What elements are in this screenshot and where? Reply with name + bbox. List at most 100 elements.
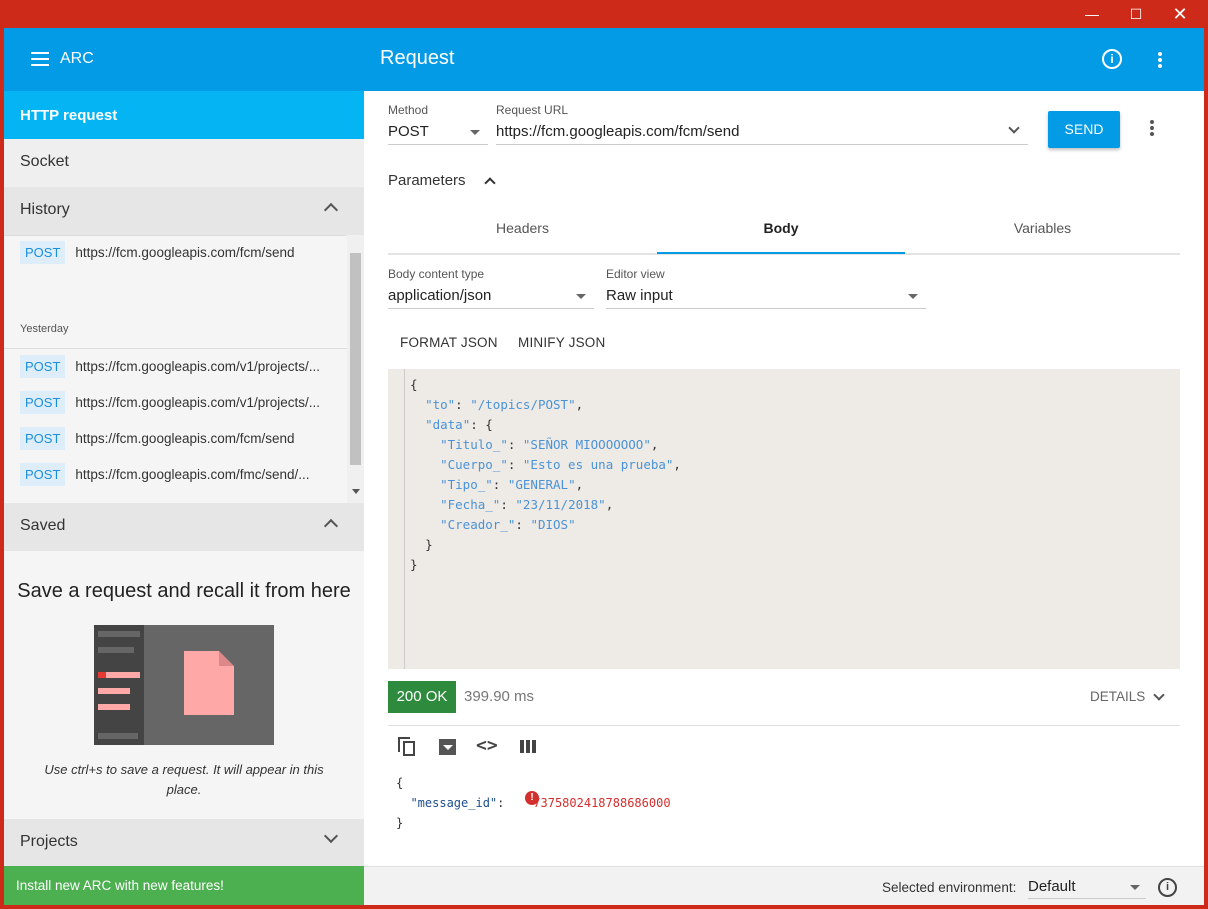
app-window: — ☐ ✕ ARC HTTP request Socket History PO… [0, 0, 1208, 909]
environment-underline [1028, 898, 1146, 899]
sidebar: ARC HTTP request Socket History POST htt… [4, 28, 364, 905]
dropdown-arrow-icon[interactable] [470, 130, 480, 135]
sidebar-item-http-request[interactable]: HTTP request [4, 91, 364, 139]
environment-select[interactable]: Default [1028, 878, 1076, 895]
chevron-down-icon[interactable] [1008, 122, 1020, 134]
tab-headers[interactable]: Headers [388, 220, 657, 256]
body-code[interactable]: { "to": "/topics/POST", "data": { "Titul… [410, 375, 681, 575]
saved-illustration [94, 625, 274, 745]
history-scrollbar[interactable] [347, 235, 364, 503]
app-title: ARC [60, 50, 94, 67]
chevron-down-icon[interactable] [1153, 689, 1165, 701]
method-badge: POST [20, 426, 66, 450]
parameters-toggle[interactable]: Parameters [388, 172, 466, 189]
url-input[interactable]: https://fcm.googleapis.com/fcm/send [496, 123, 739, 140]
saved-empty-title: Save a request and recall it from here [17, 580, 351, 602]
history-url: https://fcm.googleapis.com/fcm/send [75, 244, 295, 260]
history-group-label: Yesterday [20, 323, 69, 335]
footer-bar: Selected environment: Default i [364, 866, 1204, 905]
more-vert-icon[interactable] [1158, 52, 1162, 70]
history-url: https://fcm.googleapis.com/v1/projects/.… [75, 358, 321, 374]
main-panel: Request i Method POST Request URL https:… [364, 28, 1204, 905]
document-icon [184, 651, 234, 715]
method-underline [388, 144, 488, 145]
chevron-down-icon[interactable] [323, 828, 339, 844]
sidebar-item-socket[interactable]: Socket [4, 139, 364, 187]
dropdown-arrow-icon[interactable] [576, 294, 586, 299]
install-banner[interactable]: Install new ARC with new features! [4, 866, 364, 905]
tab-active-indicator [657, 252, 905, 254]
sidebar-item-label: Socket [20, 153, 69, 170]
chevron-up-icon[interactable] [484, 177, 496, 189]
warning-icon: ! [525, 791, 539, 805]
app-content: ARC HTTP request Socket History POST htt… [4, 28, 1204, 905]
body-type-label: Body content type [388, 267, 485, 281]
send-button[interactable]: SEND [1048, 111, 1120, 148]
code-icon[interactable]: <> [476, 735, 500, 759]
list-item[interactable]: POST https://fcm.googleapis.com/v1/proje… [20, 389, 350, 415]
sidebar-item-label: History [20, 201, 70, 218]
history-url: https://fcm.googleapis.com/v1/projects/.… [75, 394, 321, 410]
more-vert-icon[interactable] [1150, 120, 1154, 138]
window-titlebar: — ☐ ✕ [0, 0, 1208, 28]
divider [4, 235, 347, 236]
divider [388, 725, 1180, 726]
sidebar-item-history[interactable]: History [4, 187, 364, 235]
url-underline [496, 144, 1028, 145]
close-window-button[interactable]: ✕ [1158, 0, 1202, 28]
editor-view-select[interactable]: Raw input [606, 287, 673, 304]
tab-body[interactable]: Body [657, 220, 905, 256]
details-label: DETAILS [1090, 689, 1146, 704]
page-title: Request [380, 47, 455, 69]
status-badge: 200 OK [388, 681, 456, 713]
sidebar-item-projects[interactable]: Projects [4, 819, 364, 866]
response-time: 399.90 ms [464, 688, 535, 705]
details-button[interactable]: DETAILS [1090, 689, 1145, 704]
dropdown-arrow-icon[interactable] [908, 294, 918, 299]
sidebar-item-saved[interactable]: Saved [4, 503, 364, 551]
body-type-underline [388, 308, 594, 309]
tab-variables[interactable]: Variables [905, 220, 1180, 256]
scroll-down-icon[interactable] [352, 489, 360, 494]
list-item[interactable]: POST https://fcm.googleapis.com/fmc/send… [20, 461, 350, 487]
history-url: https://fcm.googleapis.com/fmc/send/... [75, 466, 310, 482]
info-icon[interactable]: i [1158, 878, 1177, 897]
history-list: POST https://fcm.googleapis.com/fcm/send… [4, 235, 364, 503]
scrollbar-thumb[interactable] [350, 253, 361, 465]
minify-json-button[interactable]: MINIFY JSON [518, 335, 605, 350]
main-header: Request i [364, 28, 1204, 91]
divider [4, 348, 347, 349]
method-badge: POST [20, 240, 66, 264]
history-url: https://fcm.googleapis.com/fcm/send [75, 430, 295, 446]
sidebar-item-label: Saved [20, 517, 66, 534]
chevron-up-icon[interactable] [323, 518, 339, 534]
copy-icon[interactable] [396, 735, 420, 759]
list-item[interactable]: POST https://fcm.googleapis.com/fcm/send [20, 425, 350, 451]
maximize-button[interactable]: ☐ [1114, 0, 1158, 28]
editor-view-underline [606, 308, 926, 309]
chevron-up-icon[interactable] [323, 202, 339, 218]
url-label: Request URL [496, 103, 569, 117]
editor-gutter [404, 369, 405, 669]
body-editor[interactable]: { "to": "/topics/POST", "data": { "Titul… [388, 369, 1180, 669]
environment-label: Selected environment: [882, 880, 1017, 895]
method-label: Method [388, 103, 429, 117]
method-badge: POST [20, 354, 66, 378]
columns-icon[interactable] [518, 735, 542, 759]
save-response-icon[interactable] [436, 735, 460, 759]
parameters-label: Parameters [388, 172, 466, 189]
list-item[interactable]: POST https://fcm.googleapis.com/v1/proje… [20, 353, 350, 379]
info-icon[interactable]: i [1102, 49, 1122, 69]
sidebar-header: ARC [4, 28, 364, 91]
editor-view-label: Editor view [606, 267, 665, 281]
minimize-button[interactable]: — [1070, 0, 1114, 28]
dropdown-arrow-icon[interactable] [1130, 885, 1140, 890]
method-badge: POST [20, 390, 66, 414]
method-badge: POST [20, 462, 66, 486]
format-json-button[interactable]: FORMAT JSON [400, 335, 498, 350]
method-select[interactable]: POST [388, 123, 429, 140]
body-type-select[interactable]: application/json [388, 287, 491, 304]
sidebar-item-label: Projects [20, 833, 78, 850]
menu-icon[interactable] [31, 52, 49, 66]
list-item[interactable]: POST https://fcm.googleapis.com/fcm/send [20, 239, 350, 265]
